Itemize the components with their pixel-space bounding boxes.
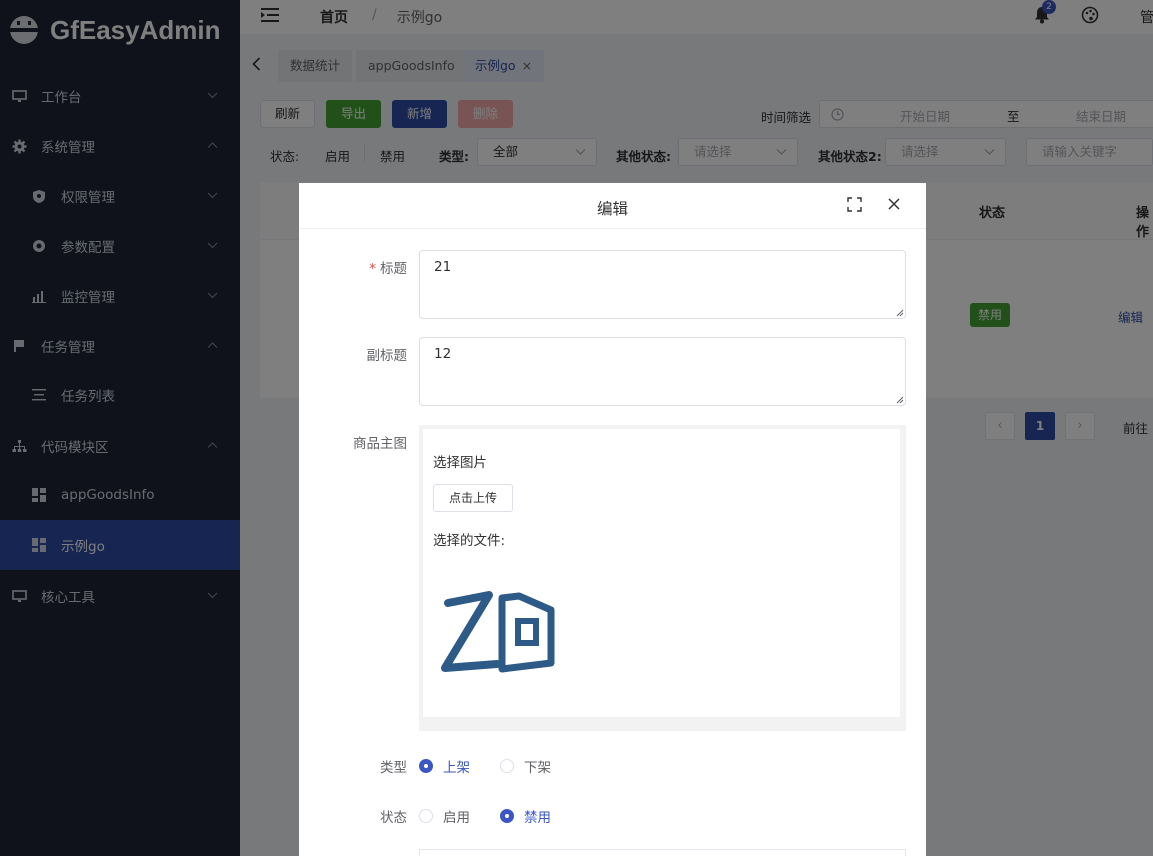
type-on-label[interactable]: 上架	[443, 756, 470, 776]
status-on-radio[interactable]	[419, 809, 433, 823]
fullscreen-icon[interactable]	[847, 197, 862, 212]
status-off-radio[interactable]	[500, 809, 514, 823]
subtitle-value: 12	[434, 346, 452, 362]
resize-grip-icon[interactable]	[896, 396, 904, 404]
uploaded-image-thumbnail[interactable]	[439, 591, 557, 673]
title-textarea[interactable]: 21	[419, 250, 906, 319]
type-radio-group: 上架 下架	[419, 756, 581, 776]
selected-files-label: 选择的文件:	[433, 533, 506, 549]
subtitle-label: 副标题	[366, 348, 408, 364]
dialog-body: *标题 21 副标题 12 商品主图 选择图片 点击上传 选择的文件: 类型	[299, 228, 926, 856]
status-radio-group: 启用 禁用	[419, 806, 581, 826]
title-value: 21	[434, 259, 452, 275]
close-icon[interactable]	[888, 198, 900, 210]
next-field-input[interactable]	[419, 849, 906, 856]
edit-dialog: 编辑 *标题 21 副标题 12 商品主图 选择图片 点击上传 选择的文件:	[299, 183, 926, 856]
upload-button[interactable]: 点击上传	[433, 484, 514, 512]
title-label: * 标题	[299, 257, 407, 277]
resize-grip-icon[interactable]	[896, 309, 904, 317]
dialog-title: 编辑	[596, 200, 628, 218]
image-upload-box: 选择图片 点击上传 选择的文件:	[419, 425, 906, 731]
status-label: 状态	[380, 810, 407, 826]
type-on-radio[interactable]	[419, 759, 433, 773]
status-on-label[interactable]: 启用	[443, 806, 470, 826]
required-mark: *	[369, 261, 376, 277]
subtitle-textarea[interactable]: 12	[419, 337, 906, 406]
image-label: 商品主图	[353, 436, 407, 452]
title-label-text: 标题	[380, 261, 407, 277]
upload-inner: 选择图片 点击上传 选择的文件:	[423, 429, 900, 717]
type-label: 类型	[380, 760, 407, 776]
type-off-label[interactable]: 下架	[524, 756, 551, 776]
status-off-label[interactable]: 禁用	[524, 806, 551, 826]
choose-image-label: 选择图片	[433, 455, 487, 471]
type-off-radio[interactable]	[500, 759, 514, 773]
